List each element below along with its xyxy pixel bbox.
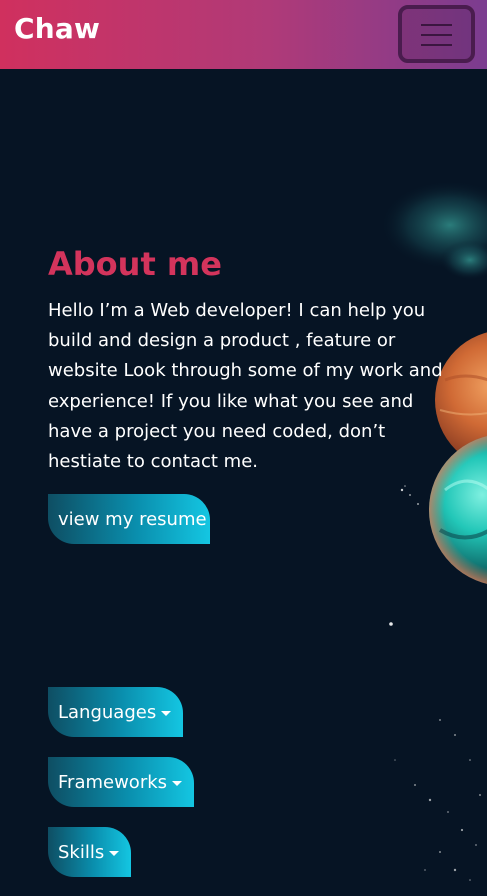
menu-toggle-button[interactable] [398,5,475,63]
languages-label: Languages [58,701,157,723]
caret-down-icon [172,781,183,786]
frameworks-dropdown-button[interactable]: Frameworks [48,757,194,807]
nebula-cloud-small [440,240,487,280]
view-resume-button[interactable]: view my resume [48,494,210,544]
page: Chaw About me Hello I’m a Web developer!… [0,0,487,896]
view-resume-label: view my resume [58,508,207,530]
skills-label: Skills [58,841,105,863]
brand-link[interactable]: Chaw [14,12,100,45]
navbar: Chaw [0,0,487,69]
nebula-cloud [380,180,487,270]
caret-down-icon [161,711,172,716]
about-title: About me [48,245,222,283]
stars [389,485,481,881]
languages-dropdown-button[interactable]: Languages [48,687,183,737]
about-description: Hello I’m a Web developer! I can help yo… [48,300,443,473]
caret-down-icon [109,851,120,856]
skills-dropdown-button[interactable]: Skills [48,827,131,877]
frameworks-label: Frameworks [58,771,168,793]
